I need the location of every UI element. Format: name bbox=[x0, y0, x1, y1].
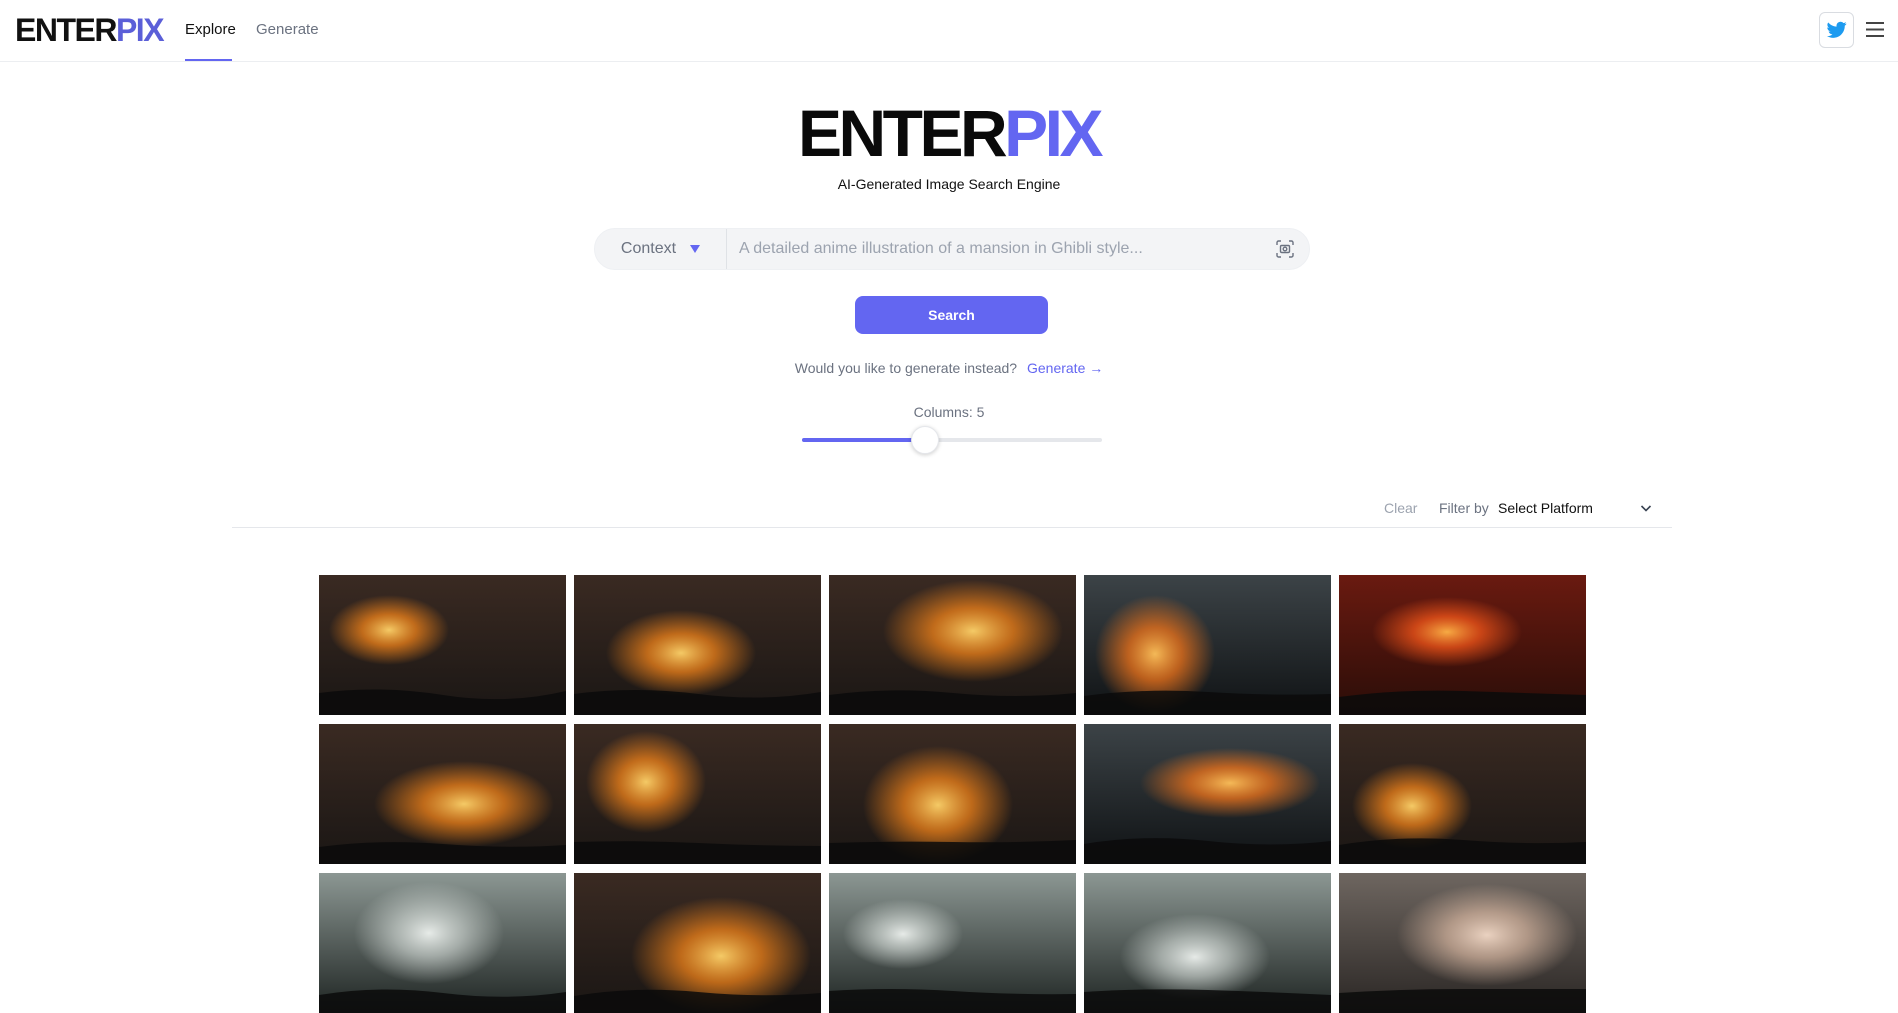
tagline: AI-Generated Image Search Engine bbox=[837, 176, 1061, 192]
columns-slider-fill bbox=[802, 438, 925, 442]
columns-slider-thumb[interactable] bbox=[911, 426, 939, 454]
context-dropdown[interactable]: Context bbox=[595, 229, 727, 269]
filter-bar: Clear Filter by Select Platform bbox=[232, 496, 1672, 528]
filter-by-label: Filter by bbox=[1439, 500, 1489, 516]
header-logo-part1: ENTER bbox=[15, 12, 117, 48]
columns-slider[interactable] bbox=[802, 426, 1102, 454]
hero-logo-part1: ENTER bbox=[797, 96, 1008, 170]
gallery-image-dark-forest-embers[interactable] bbox=[1084, 724, 1331, 864]
gallery-image-fire-bird-red-sky[interactable] bbox=[1339, 575, 1586, 715]
header-logo-part2: PIX bbox=[115, 12, 165, 48]
image-gallery-grid bbox=[319, 575, 1586, 1013]
hamburger-menu-button[interactable] bbox=[1864, 18, 1886, 40]
context-dropdown-label: Context bbox=[620, 240, 677, 257]
gallery-image-fire-phoenix-storm[interactable] bbox=[319, 575, 566, 715]
gallery-image-fire-serpent[interactable] bbox=[574, 724, 821, 864]
caret-down-icon bbox=[690, 245, 701, 253]
search-input[interactable] bbox=[739, 229, 1259, 269]
arrow-right-icon: → bbox=[1089, 360, 1104, 376]
generate-prompt-text: Would you like to generate instead? bbox=[794, 360, 1018, 376]
columns-label: Columns: 5 bbox=[913, 404, 985, 420]
gallery-image-tentacle-tree-grey-2[interactable] bbox=[1084, 873, 1331, 1013]
active-tab-indicator bbox=[185, 59, 232, 61]
gallery-image-fire-tree-bird[interactable] bbox=[319, 724, 566, 864]
tab-generate[interactable]: Generate bbox=[256, 22, 319, 38]
twitter-icon bbox=[1826, 21, 1847, 38]
hero-logo-part2: PIX bbox=[1004, 96, 1103, 170]
twitter-button[interactable] bbox=[1819, 12, 1854, 48]
tab-explore[interactable]: Explore bbox=[185, 22, 236, 38]
search-bar: Context bbox=[594, 228, 1310, 270]
hamburger-menu-icon bbox=[1866, 21, 1884, 37]
gallery-image-portrait-woman[interactable] bbox=[1339, 873, 1586, 1013]
header-logo[interactable]: ENTERPIX bbox=[15, 12, 165, 48]
chevron-down-icon[interactable] bbox=[1638, 500, 1654, 516]
image-search-icon[interactable] bbox=[1275, 239, 1295, 259]
generate-suggestion: Would you like to generate instead? Gene… bbox=[0, 360, 1898, 376]
gallery-image-burning-forest-night[interactable] bbox=[1084, 575, 1331, 715]
top-navbar: ENTERPIX Explore Generate bbox=[0, 0, 1898, 62]
gallery-image-fire-dragon[interactable] bbox=[574, 575, 821, 715]
hero-logo: ENTERPIX bbox=[0, 97, 1898, 169]
gallery-image-fire-phoenix[interactable] bbox=[829, 575, 1076, 715]
search-button[interactable]: Search bbox=[855, 296, 1048, 334]
generate-link-label: Generate bbox=[1026, 360, 1086, 376]
gallery-image-fire-serpent-2[interactable] bbox=[574, 873, 821, 1013]
clear-filter-button[interactable]: Clear bbox=[1384, 500, 1417, 516]
gallery-image-tentacle-tree-grey[interactable] bbox=[829, 873, 1076, 1013]
gallery-image-fire-phoenix-clouds[interactable] bbox=[1339, 724, 1586, 864]
gallery-image-fire-skull-creature[interactable] bbox=[829, 724, 1076, 864]
generate-link[interactable]: Generate → bbox=[1027, 360, 1103, 376]
gallery-image-twisted-tree-grey[interactable] bbox=[319, 873, 566, 1013]
